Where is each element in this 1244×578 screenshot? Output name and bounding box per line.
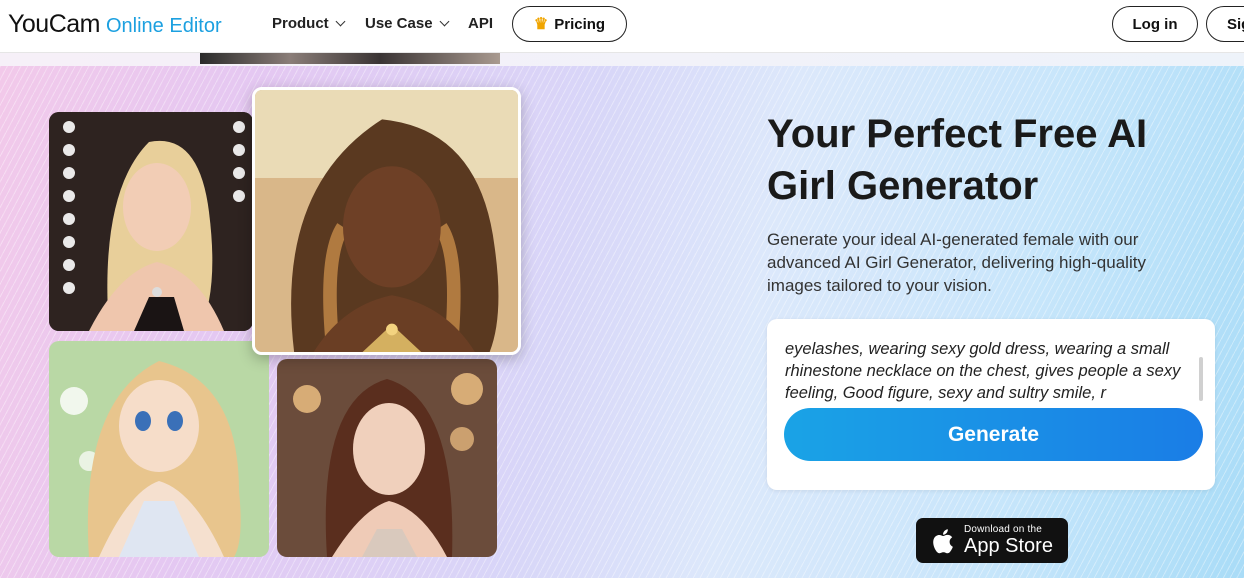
apple-icon [933, 528, 953, 553]
top-nav: YouCam Online Editor Product Use Case AP… [0, 0, 1244, 53]
sample-image-featured [252, 87, 521, 355]
nav-product-label: Product [272, 15, 329, 32]
chevron-down-icon [439, 16, 449, 27]
chevron-down-icon [335, 16, 346, 27]
nav-api-label: API [468, 15, 494, 32]
login-button[interactable]: Log in [1112, 6, 1198, 42]
nav-api[interactable]: API [468, 15, 493, 32]
generate-button[interactable]: Generate [784, 408, 1203, 461]
sample-image-anime [49, 341, 269, 557]
crown-icon: ♛ [533, 16, 549, 33]
hero-top-strip [0, 52, 1244, 66]
pricing-label: Pricing [554, 15, 606, 33]
nav-use-case[interactable]: Use Case [365, 15, 449, 32]
sample-image-brunette [277, 359, 497, 557]
nav-product[interactable]: Product [272, 15, 346, 32]
appstore-big-text: App Store [964, 535, 1053, 557]
logo-text: YouCam [8, 10, 100, 38]
sample-image-blonde [49, 112, 253, 331]
login-label: Log in [1132, 15, 1178, 33]
signup-button[interactable]: Sig [1206, 6, 1244, 42]
prompt-scrollbar[interactable] [1199, 357, 1203, 401]
page-title: Your Perfect Free AI Girl Generator [767, 112, 1148, 208]
pricing-button[interactable]: ♛ Pricing [512, 6, 627, 42]
generate-label: Generate [947, 422, 1040, 446]
signup-label: Sig [1227, 15, 1244, 33]
logo-subtitle: Online Editor [105, 15, 222, 37]
logo[interactable]: YouCam Online Editor [8, 10, 222, 39]
nav-use-case-label: Use Case [365, 15, 433, 32]
partial-image-strip [200, 52, 500, 64]
appstore-small-text: Download on the [964, 524, 1043, 535]
app-store-badge[interactable]: Download on the App Store [916, 518, 1068, 563]
prompt-input[interactable]: eyelashes, wearing sexy gold dress, wear… [785, 338, 1195, 402]
prompt-card: eyelashes, wearing sexy gold dress, wear… [767, 319, 1215, 490]
page-description: Generate your ideal AI-generated female … [767, 230, 1146, 295]
